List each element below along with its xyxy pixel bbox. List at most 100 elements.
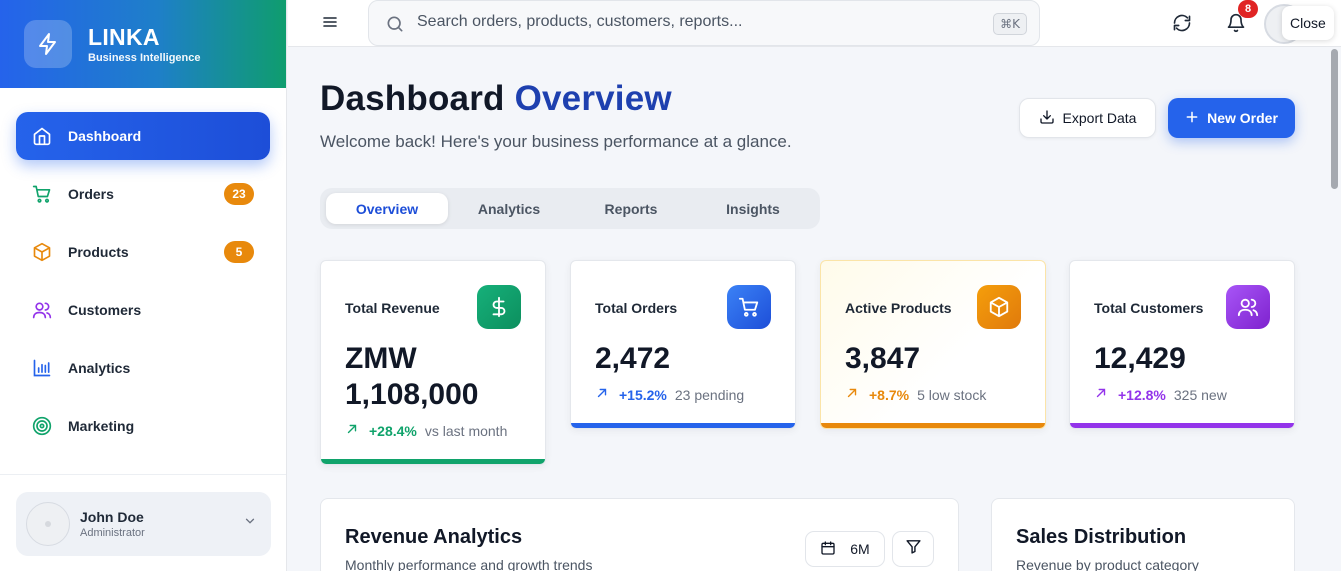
products-count-badge: 5 xyxy=(224,241,254,263)
panel-title: Revenue Analytics xyxy=(345,526,523,548)
cart-icon xyxy=(32,184,52,204)
users-icon xyxy=(32,300,52,320)
user-role: Administrator xyxy=(80,527,145,539)
trend-up-icon xyxy=(1094,386,1108,403)
revenue-analytics-panel: Revenue Analytics Monthly performance an… xyxy=(320,498,959,571)
top-bar: ⌘K 8 Close xyxy=(288,0,1341,47)
stat-card-value: 12,429 xyxy=(1094,342,1186,375)
tab-analytics[interactable]: Analytics xyxy=(448,193,570,224)
sidebar-divider xyxy=(0,474,286,475)
export-data-label: Export Data xyxy=(1062,110,1137,126)
download-icon xyxy=(1039,109,1055,128)
stat-card-change: +8.7% xyxy=(869,386,910,403)
chevron-down-icon[interactable] xyxy=(243,514,257,533)
stat-card-note: 5 low stock xyxy=(917,386,987,403)
filter-icon xyxy=(905,538,922,560)
stat-card-label: Active Products xyxy=(845,300,952,316)
sidebar-item-products[interactable]: Products 5 xyxy=(16,228,270,276)
panel-subtitle: Revenue by product category xyxy=(1016,557,1199,571)
dollar-icon xyxy=(477,285,521,329)
panel-subtitle: Monthly performance and growth trends xyxy=(345,557,593,571)
search-bar[interactable]: ⌘K xyxy=(368,0,1040,46)
new-order-label: New Order xyxy=(1207,110,1278,126)
stat-card-accent-bar xyxy=(571,423,795,428)
calendar-icon xyxy=(820,540,836,559)
sidebar-item-label: Customers xyxy=(68,302,142,318)
view-tabs: Overview Analytics Reports Insights xyxy=(320,188,820,229)
sidebar-item-analytics[interactable]: Analytics xyxy=(16,344,270,392)
stat-card-change: +15.2% xyxy=(619,386,667,403)
bar-chart-icon xyxy=(32,358,52,378)
brand-name: LINKA xyxy=(88,24,160,50)
menu-icon[interactable] xyxy=(322,14,342,34)
search-icon xyxy=(385,14,405,39)
filter-button[interactable] xyxy=(892,531,934,567)
app: LINKA Business Intelligence Dashboard Or… xyxy=(0,0,1341,571)
trend-up-icon xyxy=(845,386,859,403)
target-icon xyxy=(32,416,52,436)
stat-card-trend: +8.7% 5 low stock xyxy=(845,386,986,403)
stat-card-trend: +15.2% 23 pending xyxy=(595,386,744,403)
new-order-button[interactable]: New Order xyxy=(1168,98,1295,138)
stat-card-change: +28.4% xyxy=(369,422,417,439)
search-input[interactable] xyxy=(417,13,957,31)
sidebar-item-dashboard[interactable]: Dashboard xyxy=(16,112,270,160)
brand-subtitle: Business Intelligence xyxy=(88,52,201,64)
tab-reports[interactable]: Reports xyxy=(570,193,692,224)
stat-card-trend: +28.4% vs last month xyxy=(345,422,507,439)
brand-header[interactable]: LINKA Business Intelligence xyxy=(0,0,286,88)
page-title: Dashboard Overview xyxy=(320,79,672,119)
refresh-icon[interactable] xyxy=(1172,13,1192,38)
box-icon xyxy=(32,242,52,262)
stat-card-total-orders[interactable]: Total Orders 2,472 +15.2% 23 pending xyxy=(570,260,796,429)
stat-card-total-customers[interactable]: Total Customers 12,429 +12.8% 325 new xyxy=(1069,260,1295,429)
stat-card-label: Total Revenue xyxy=(345,300,440,316)
sidebar: LINKA Business Intelligence Dashboard Or… xyxy=(0,0,287,571)
stat-card-value: 3,847 xyxy=(845,342,921,375)
stat-card-note: vs last month xyxy=(424,422,508,439)
stat-card-label: Total Orders xyxy=(595,300,678,316)
sidebar-item-customers[interactable]: Customers xyxy=(16,286,270,334)
close-button[interactable]: Close xyxy=(1282,6,1334,40)
box-icon xyxy=(977,285,1021,329)
page-title-accent: Overview xyxy=(514,79,672,118)
sidebar-item-orders[interactable]: Orders 23 xyxy=(16,170,270,218)
lightning-icon xyxy=(24,20,72,68)
stat-card-note: 325 new xyxy=(1173,386,1227,403)
stat-card-change: +12.8% xyxy=(1118,386,1166,403)
sidebar-item-label: Products xyxy=(68,244,129,260)
panel-title: Sales Distribution xyxy=(1016,526,1187,548)
tab-overview[interactable]: Overview xyxy=(326,193,448,224)
sales-distribution-panel: Sales Distribution Revenue by product ca… xyxy=(991,498,1295,571)
export-data-button[interactable]: Export Data xyxy=(1019,98,1156,138)
stat-card-trend: +12.8% 325 new xyxy=(1094,386,1227,403)
period-select-button[interactable]: 6M xyxy=(805,531,885,567)
plus-icon xyxy=(1185,110,1199,127)
sidebar-item-label: Dashboard xyxy=(68,128,142,144)
users-icon xyxy=(1226,285,1270,329)
sidebar-item-label: Marketing xyxy=(68,418,135,434)
sidebar-item-marketing[interactable]: Marketing xyxy=(16,402,270,450)
home-icon xyxy=(32,126,52,146)
cart-icon xyxy=(727,285,771,329)
period-label: 6M xyxy=(850,541,870,557)
page-subtitle: Welcome back! Here's your business perfo… xyxy=(320,132,792,151)
tab-insights[interactable]: Insights xyxy=(692,193,814,224)
scrollbar-thumb[interactable] xyxy=(1331,49,1338,189)
user-name: John Doe xyxy=(80,509,144,525)
stat-card-total-revenue[interactable]: Total Revenue ZMW 1,108,000 +28.4% vs la… xyxy=(320,260,546,465)
user-profile-card[interactable]: John Doe Administrator xyxy=(16,492,271,556)
stat-card-value: ZMW 1,108,000 xyxy=(345,342,479,411)
page-title-main: Dashboard xyxy=(320,79,505,118)
sidebar-item-label: Orders xyxy=(68,186,114,202)
avatar xyxy=(26,502,70,546)
scrollbar[interactable] xyxy=(1327,47,1341,571)
notification-count-badge: 8 xyxy=(1238,0,1258,18)
orders-count-badge: 23 xyxy=(224,183,254,205)
main-content: Dashboard Overview Welcome back! Here's … xyxy=(288,47,1327,571)
stat-card-label: Total Customers xyxy=(1094,300,1204,316)
stat-card-accent-bar xyxy=(321,459,545,464)
stat-card-active-products[interactable]: Active Products 3,847 +8.7% 5 low stock xyxy=(820,260,1046,429)
search-shortcut-hint: ⌘K xyxy=(993,13,1027,35)
sidebar-item-label: Analytics xyxy=(68,360,131,376)
